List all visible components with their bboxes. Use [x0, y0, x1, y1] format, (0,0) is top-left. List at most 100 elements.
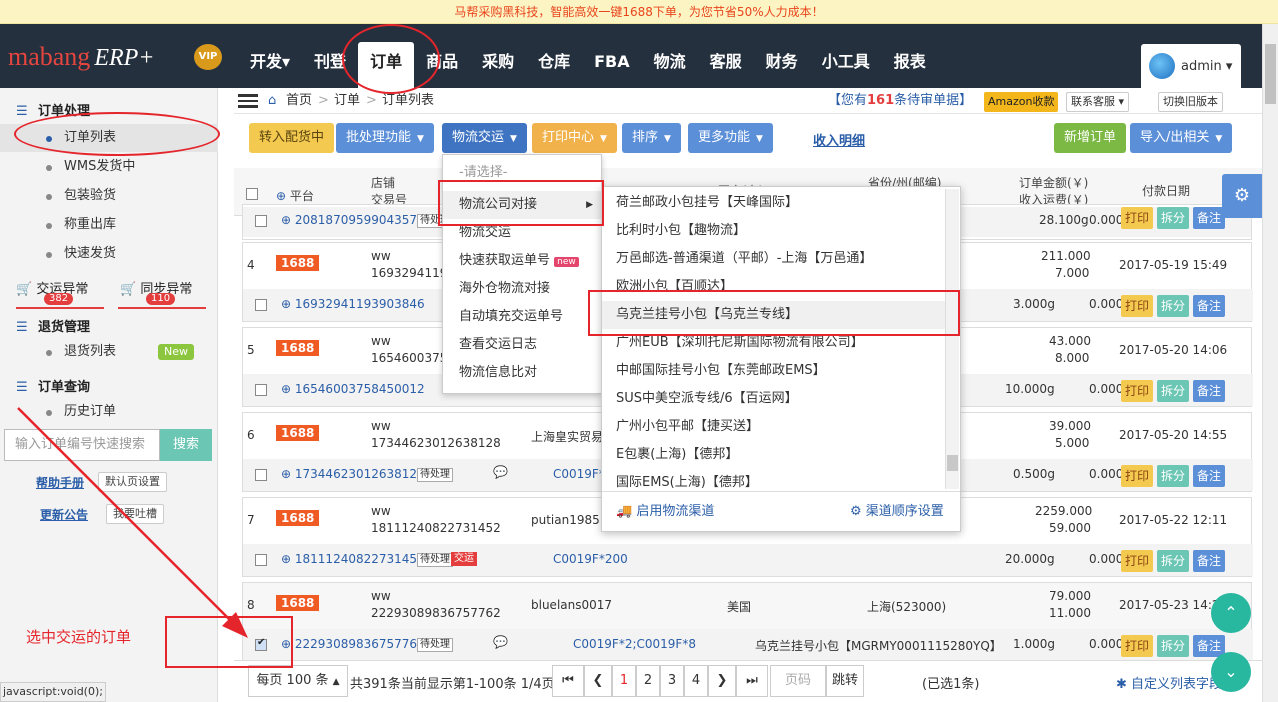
next-page-button[interactable]: ❯ — [708, 665, 736, 697]
receipt-link[interactable]: 收入明细 — [813, 130, 865, 149]
nav-develop[interactable]: 开发▾ — [238, 42, 302, 88]
sidebar-item-weigh[interactable]: 称重出库 — [0, 211, 218, 239]
nav-warehouse[interactable]: 仓库 — [526, 42, 582, 88]
page-input[interactable]: 页码 — [770, 665, 826, 697]
carrier-option[interactable]: 中邮国际挂号小包【东莞邮政EMS】 — [602, 357, 946, 385]
menu-item-ship-log[interactable]: 查看交运日志 — [443, 331, 601, 359]
print-button[interactable]: 打印 — [1121, 295, 1154, 317]
more-button[interactable]: 更多功能 ▼ — [688, 123, 773, 153]
sidebar-section-return[interactable]: ☰ 退货管理 — [16, 316, 90, 335]
breadcrumb-home[interactable]: 首页 — [286, 88, 312, 114]
message-icon[interactable]: 💬 — [493, 635, 508, 649]
sidebar-item-return-list[interactable]: 退货列表 New — [0, 338, 218, 366]
nav-tools[interactable]: 小工具 — [810, 42, 882, 88]
split-button[interactable]: 拆分 — [1157, 295, 1190, 317]
custom-fields-link[interactable]: ✱ 自定义列表字段 — [1116, 673, 1222, 692]
note-button[interactable]: 备注 — [1193, 550, 1226, 572]
note-button[interactable]: 备注 — [1193, 207, 1226, 229]
carrier-option[interactable]: 广州小包平邮【捷买送】 — [602, 413, 946, 441]
batch-button[interactable]: 批处理功能 ▼ — [336, 123, 434, 153]
order-id[interactable]: ⊕ 16932941193903846 — [281, 297, 425, 311]
row-sku[interactable]: C0019F*200 — [553, 552, 628, 566]
user-menu[interactable]: admin ▾ — [1141, 44, 1241, 88]
nav-purchase[interactable]: 采购 — [470, 42, 526, 88]
scrollbar-thumb[interactable] — [1265, 44, 1276, 104]
page-scrollbar[interactable] — [1262, 24, 1278, 702]
row-checkbox[interactable] — [255, 215, 267, 227]
support-button[interactable]: 联系客服 ▾ — [1066, 92, 1130, 112]
breadcrumb-order[interactable]: 订单 — [334, 88, 360, 114]
order-id[interactable]: ⊕ 16546003758450012 — [281, 382, 425, 396]
last-page-button[interactable]: ⏭ — [736, 665, 768, 697]
carrier-option[interactable]: 国际EMS(上海)【德邦】 — [602, 469, 946, 489]
page-1[interactable]: 1 — [612, 665, 636, 697]
split-button[interactable]: 拆分 — [1157, 635, 1190, 657]
carrier-option[interactable]: SUS中美空派专线/6【百运网】 — [602, 385, 946, 413]
table-row[interactable]: 8 1688 ww 22293089836757762 bluelans0017… — [242, 582, 1253, 660]
page-size-select[interactable]: 每页 100 条 ▲ — [248, 665, 348, 697]
print-button[interactable]: 打印 — [1121, 550, 1154, 572]
split-button[interactable]: 拆分 — [1157, 380, 1190, 402]
carrier-option[interactable]: 万邑邮选-普通渠道（平邮）-上海【万邑通】 — [602, 245, 946, 273]
order-id[interactable]: ⊕ 17344623012638128 — [281, 467, 425, 481]
menu-toggle-icon[interactable] — [238, 94, 258, 108]
order-id[interactable]: ⊕ 18111240822731452 — [281, 552, 425, 566]
split-button[interactable]: 拆分 — [1157, 207, 1190, 229]
submenu-scrollbar[interactable] — [945, 189, 959, 489]
pending-notice[interactable]: 【您有161条待审单据】 — [828, 88, 972, 114]
print-button[interactable]: 打印 — [1121, 465, 1154, 487]
note-button[interactable]: 备注 — [1193, 465, 1226, 487]
nav-service[interactable]: 客服 — [698, 42, 754, 88]
print-button[interactable]: 打印 — [1121, 380, 1154, 402]
print-center-button[interactable]: 打印中心 ▼ — [532, 123, 617, 153]
menu-item-quick-tracking[interactable]: 快速获取运单号 new — [443, 247, 601, 275]
page-4[interactable]: 4 — [684, 665, 708, 697]
menu-item-overseas[interactable]: 海外仓物流对接 — [443, 275, 601, 303]
prev-page-button[interactable]: ❮ — [584, 665, 612, 697]
note-button[interactable]: 备注 — [1193, 295, 1226, 317]
sidebar-item-wms[interactable]: WMS发货中 — [0, 153, 218, 181]
select-all-checkbox[interactable] — [246, 188, 258, 200]
row-sku[interactable]: C0019F* — [553, 467, 605, 481]
carrier-option[interactable]: 荷兰邮政小包挂号【天峰国际】 — [602, 189, 946, 217]
nav-logistics[interactable]: 物流 — [642, 42, 698, 88]
page-3[interactable]: 3 — [660, 665, 684, 697]
sidebar-item-pack[interactable]: 包装验货 — [0, 182, 218, 210]
ship-button[interactable]: 物流交运 ▼ — [442, 123, 527, 153]
row-checkbox[interactable] — [255, 299, 267, 311]
page-2[interactable]: 2 — [636, 665, 660, 697]
nav-reports[interactable]: 报表 — [882, 42, 938, 88]
menu-item-compare[interactable]: 物流信息比对 — [443, 359, 601, 387]
message-icon[interactable]: 💬 — [493, 465, 508, 479]
add-order-button[interactable]: 新增订单 — [1054, 123, 1127, 153]
first-page-button[interactable]: ⏮ — [552, 665, 584, 697]
sort-button[interactable]: 排序 ▼ — [622, 123, 681, 153]
nav-finance[interactable]: 财务 — [754, 42, 810, 88]
print-button[interactable]: 打印 — [1121, 207, 1154, 229]
logo[interactable]: mabang ERP+ — [8, 42, 155, 72]
import-export-button[interactable]: 导入/出相关 ▼ — [1130, 123, 1233, 153]
order-id[interactable]: ⊕ 22293089836757762 — [281, 637, 425, 651]
jump-button[interactable]: 跳转 — [826, 665, 864, 697]
switch-version-button[interactable]: 切换旧版本 — [1158, 92, 1223, 112]
print-button[interactable]: 打印 — [1121, 635, 1154, 657]
transfer-button[interactable]: 转入配货中 — [249, 123, 335, 153]
split-button[interactable]: 拆分 — [1157, 465, 1190, 487]
promo-banner[interactable]: 马帮采购黑科技，智能高效一键1688下单，为您节省50%人力成本！ — [0, 0, 1278, 24]
note-button[interactable]: 备注 — [1193, 380, 1226, 402]
split-button[interactable]: 拆分 — [1157, 550, 1190, 572]
scroll-down-button[interactable]: ⌄ — [1211, 652, 1251, 692]
scroll-up-button[interactable]: ⌃ — [1211, 593, 1251, 633]
carrier-option[interactable]: E包裹(上海)【德邦】 — [602, 441, 946, 469]
settings-gear-icon[interactable]: ⚙ — [1222, 174, 1262, 218]
order-id[interactable]: ⊕ 20818709599043572 — [281, 213, 425, 227]
nav-fba[interactable]: FBA — [582, 42, 642, 88]
sidebar-item-quick[interactable]: 快速发货 — [0, 240, 218, 268]
channel-order-link[interactable]: ⚙ 渠道顺序设置 — [850, 492, 944, 532]
carrier-option[interactable]: 比利时小包【趣物流】 — [602, 217, 946, 245]
enable-channel-link[interactable]: 🚚 启用物流渠道 — [616, 492, 714, 532]
row-sku[interactable]: C0019F*2;C0019F*8 — [573, 637, 696, 651]
menu-item-autofill[interactable]: 自动填充交运单号 — [443, 303, 601, 331]
amazon-payment-button[interactable]: Amazon收款 — [984, 92, 1059, 112]
scrollbar-thumb[interactable] — [947, 455, 958, 471]
